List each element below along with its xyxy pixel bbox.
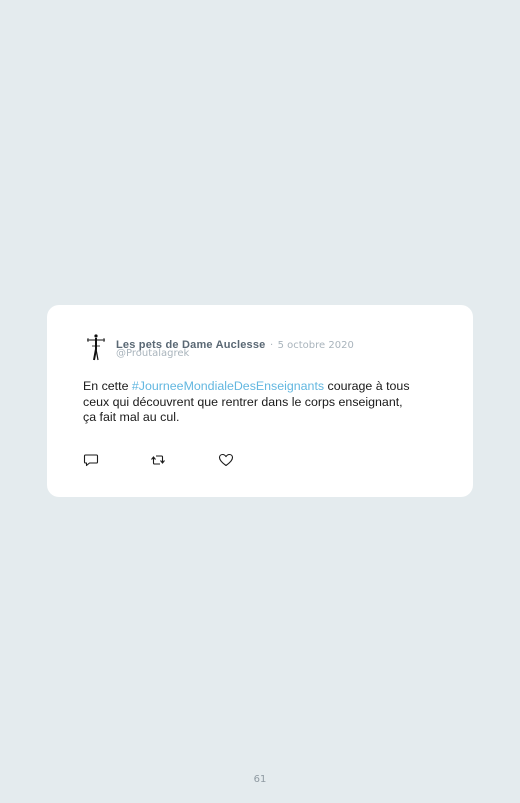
tweet-text-line1-end: courage à tous <box>324 379 410 393</box>
reply-button[interactable] <box>83 452 99 468</box>
tweet-text-line3: ça fait mal au cul. <box>83 410 180 424</box>
tweet-card: Les pets de Dame Auclesse · 5 octobre 20… <box>47 305 473 497</box>
stick-figure-icon <box>87 334 105 361</box>
tweet-text-start: En cette <box>83 379 132 393</box>
tweet-text: En cette #JourneeMondialeDesEnseignants … <box>83 379 453 426</box>
handle[interactable]: @Proutalagrek <box>116 348 189 359</box>
hashtag-link[interactable]: #JourneeMondialeDesEnseignants <box>132 379 324 393</box>
page: Les pets de Dame Auclesse · 5 octobre 20… <box>0 0 520 803</box>
heart-icon <box>218 453 234 467</box>
retweet-button[interactable] <box>150 452 166 468</box>
retweet-icon <box>151 455 165 465</box>
tweet-text-line2: ceux qui découvrent que rentrer dans le … <box>83 394 403 409</box>
page-number: 61 <box>253 774 267 785</box>
like-button[interactable] <box>218 452 234 468</box>
separator: · <box>269 340 274 351</box>
speech-bubble-icon <box>83 454 99 467</box>
avatar[interactable] <box>83 333 109 363</box>
tweet-date[interactable]: 5 octobre 2020 <box>278 340 354 351</box>
